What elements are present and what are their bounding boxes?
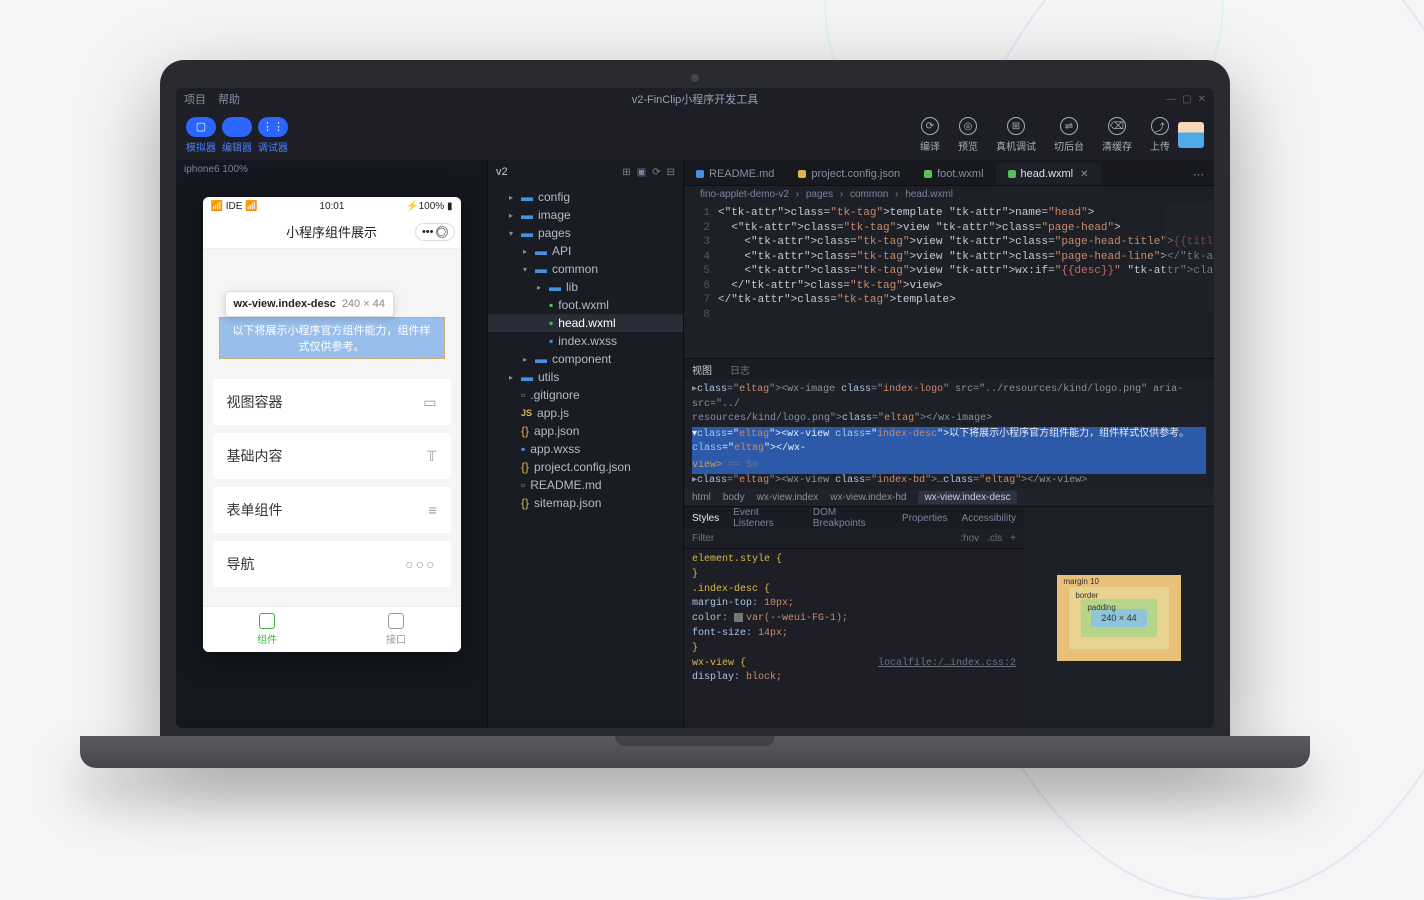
toolbar-action-3[interactable]: ⇌切后台 [1054, 117, 1084, 153]
inspect-tooltip: wx-view.index-desc240 × 44 [225, 291, 394, 317]
collapse-icon[interactable]: ⊟ [667, 167, 675, 178]
dom-crumb-seg[interactable]: wx-view.index-hd [830, 492, 906, 503]
phone-tab[interactable]: 组件 [203, 607, 332, 652]
explorer-root[interactable]: v2 [496, 166, 508, 178]
demo-menu-item[interactable]: 视图容器▭ [213, 379, 451, 425]
new-file-icon[interactable]: ⊞ [622, 167, 630, 178]
devtools-panel: 视图 日志 ▸class="eltag"><wx-image class="in… [684, 358, 1214, 728]
hov-toggle[interactable]: :hov [960, 533, 979, 544]
menu-project[interactable]: 项目 [184, 91, 206, 107]
close-circle-icon[interactable]: ◯ [436, 226, 448, 238]
mode-pill-2[interactable]: ⋮⋮调试器 [258, 117, 288, 154]
tree-item[interactable]: {}sitemap.json [488, 494, 683, 512]
code-editor[interactable]: 12345678 <"tk-attr">class="tk-tag">templ… [684, 203, 1214, 358]
breadcrumb-seg[interactable]: common [850, 189, 888, 200]
window-title: v2-FinClip小程序开发工具 [632, 91, 759, 107]
toolbar-action-0[interactable]: ⟳编译 [920, 117, 940, 153]
close-icon[interactable]: ✕ [1198, 94, 1206, 105]
breadcrumb-seg[interactable]: fino-applet-demo-v2 [700, 189, 789, 200]
demo-menu-item[interactable]: 表单组件≡ [213, 487, 451, 533]
dom-crumb-seg[interactable]: wx-view.index [757, 492, 819, 503]
simulator-panel: iphone6 100% 📶 IDE 📶 10:01 ⚡100% ▮ 小程序组件… [176, 160, 488, 728]
max-icon[interactable]: ▢ [1182, 94, 1191, 105]
file-explorer: v2 ⊞ ▣ ⟳ ⊟ ▸▬config ▸▬image ▾▬pages ▸▬AP… [488, 160, 684, 728]
device-label: iphone6 100% [176, 160, 487, 179]
toolbar-action-4[interactable]: ⌫清缓存 [1102, 117, 1132, 153]
status-time: 10:01 [319, 201, 344, 212]
editor-tab[interactable]: README.md [684, 163, 786, 185]
status-left: 📶 IDE 📶 [211, 201, 258, 212]
devtools-tab-log[interactable]: 日志 [730, 362, 750, 377]
status-right: ⚡100% ▮ [406, 201, 452, 212]
demo-menu-item[interactable]: 导航○○○ [213, 541, 451, 587]
toolbar-action-5[interactable]: ⤴上传 [1150, 117, 1170, 153]
tree-item[interactable]: {}project.config.json [488, 458, 683, 476]
ide-window: 项目 帮助 v2-FinClip小程序开发工具 — ▢ ✕ ▢模拟器 编辑器 ⋮… [176, 88, 1214, 728]
toolbar-action-2[interactable]: ⊞真机调试 [996, 117, 1036, 153]
menubar: 项目 帮助 v2-FinClip小程序开发工具 — ▢ ✕ [176, 88, 1214, 110]
minimap[interactable] [1164, 203, 1214, 358]
tree-item[interactable]: JSapp.js [488, 404, 683, 422]
styles-subtab[interactable]: Accessibility [962, 513, 1016, 524]
breadcrumb: fino-applet-demo-v2 › pages › common › h… [684, 186, 1214, 203]
phone-tab[interactable]: 接口 [332, 607, 461, 652]
tree-item[interactable]: ▸▬image [488, 206, 683, 224]
tree-item[interactable]: ▸▬utils [488, 368, 683, 386]
new-folder-icon[interactable]: ▣ [637, 167, 646, 178]
nav-title: 小程序组件展示 [286, 222, 377, 241]
mode-pill-0[interactable]: ▢模拟器 [186, 117, 216, 154]
editor-tab[interactable]: head.wxml✕ [996, 163, 1101, 185]
tree-item[interactable]: {}app.json [488, 422, 683, 440]
dom-crumb-seg[interactable]: html [692, 492, 711, 503]
tree-item[interactable]: ▸▬lib [488, 278, 683, 296]
tree-item[interactable]: ▫README.md [488, 476, 683, 494]
phone-preview: 📶 IDE 📶 10:01 ⚡100% ▮ 小程序组件展示 ••• ◯ [203, 197, 461, 652]
min-icon[interactable]: — [1166, 94, 1176, 105]
breadcrumb-seg[interactable]: head.wxml [905, 189, 953, 200]
tree-item[interactable]: ▸▬component [488, 350, 683, 368]
tab-more-icon[interactable]: ⋯ [1183, 164, 1214, 185]
more-icon[interactable]: ••• [422, 226, 434, 238]
dom-crumb-seg[interactable]: wx-view.index-desc [918, 491, 1016, 504]
capsule-button[interactable]: ••• ◯ [415, 223, 455, 241]
tree-item[interactable]: ▸▬API [488, 242, 683, 260]
editor-area: README.md project.config.json foot.wxml … [684, 160, 1214, 728]
breadcrumb-seg[interactable]: pages [806, 189, 833, 200]
avatar[interactable] [1178, 122, 1204, 148]
tree-item[interactable]: ▪foot.wxml [488, 296, 683, 314]
dom-breadcrumb[interactable]: html body wx-view.index wx-view.index-hd wx-… [684, 489, 1214, 506]
dom-tree[interactable]: ▸class="eltag"><wx-image class="index-lo… [684, 379, 1214, 489]
styles-rules[interactable]: element.style {}.index-desc {</span></di… [684, 549, 1024, 728]
tree-item[interactable]: ▪index.wxss [488, 332, 683, 350]
tree-item[interactable]: ▪head.wxml [488, 314, 683, 332]
menu-help[interactable]: 帮助 [218, 91, 240, 107]
mode-pill-1[interactable]: 编辑器 [222, 117, 252, 154]
demo-menu-item[interactable]: 基础内容𝕋 [213, 433, 451, 479]
toolbar: ▢模拟器 编辑器 ⋮⋮调试器 ⟳编译 ◎预览 ⊞真机调试 ⇌切后台 ⌫清缓存 ⤴… [176, 110, 1214, 160]
styles-subtab[interactable]: Styles [692, 513, 719, 524]
dom-crumb-seg[interactable]: body [723, 492, 745, 503]
add-rule-icon[interactable]: + [1010, 533, 1016, 544]
tree-item[interactable]: ▫.gitignore [488, 386, 683, 404]
editor-tab[interactable]: project.config.json [786, 163, 912, 185]
selected-element-highlight: 以下将展示小程序官方组件能力，组件样式仅供参考。 [219, 317, 445, 359]
tree-item[interactable]: ▪app.wxss [488, 440, 683, 458]
toolbar-action-1[interactable]: ◎预览 [958, 117, 978, 153]
styles-filter[interactable]: Filter [692, 533, 714, 544]
editor-tabstrip: README.md project.config.json foot.wxml … [684, 160, 1214, 186]
devtools-tab-view[interactable]: 视图 [692, 362, 712, 377]
editor-tab[interactable]: foot.wxml [912, 163, 995, 185]
laptop-frame: 项目 帮助 v2-FinClip小程序开发工具 — ▢ ✕ ▢模拟器 编辑器 ⋮… [160, 60, 1230, 768]
styles-subtab[interactable]: Properties [902, 513, 948, 524]
tree-item[interactable]: ▸▬config [488, 188, 683, 206]
tab-close-icon[interactable]: ✕ [1080, 169, 1088, 180]
box-model: border padding 240 × 44 [1024, 507, 1214, 728]
tree-item[interactable]: ▾▬common [488, 260, 683, 278]
refresh-icon[interactable]: ⟳ [652, 167, 660, 178]
styles-subtab[interactable]: Event Listeners [733, 507, 799, 529]
cls-toggle[interactable]: .cls [987, 533, 1002, 544]
tree-item[interactable]: ▾▬pages [488, 224, 683, 242]
styles-subtab[interactable]: DOM Breakpoints [813, 507, 888, 529]
